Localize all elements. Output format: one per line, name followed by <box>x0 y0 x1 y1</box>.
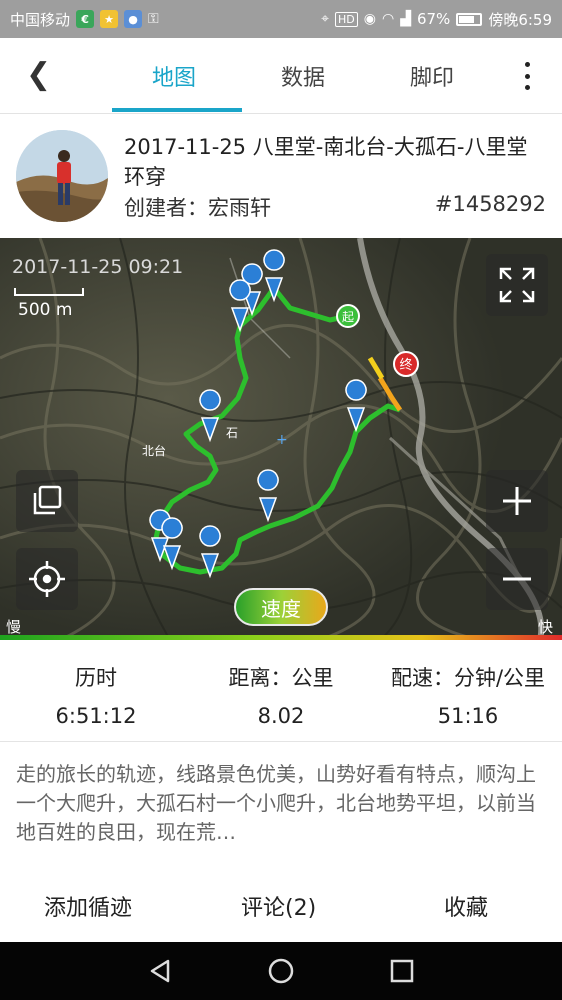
layers-icon[interactable] <box>16 470 78 532</box>
favorite-button[interactable]: 收藏 <box>444 890 488 922</box>
stat-value: 8.02 <box>257 704 305 728</box>
start-marker-label: 起 <box>342 310 354 324</box>
top-nav: ❮ 地图 数据 脚印 <box>0 38 562 114</box>
add-track-button[interactable]: 添加循迹 <box>44 890 132 922</box>
location-icon: ⌖ <box>321 11 329 27</box>
star-icon: ★ <box>100 10 119 28</box>
creator-label[interactable]: 创建者：宏雨轩 <box>124 192 271 222</box>
trail-title: 2017-11-25 八里堂-南北台-大孤石-八里堂环穿 <box>124 135 528 189</box>
fullscreen-icon[interactable] <box>486 254 548 316</box>
waypoint-pin-icon <box>345 379 367 433</box>
waypoint-pin-icon <box>199 525 221 579</box>
key-icon: ⚿ <box>148 11 159 27</box>
map-timestamp: 2017-11-25 09:21 <box>12 256 184 278</box>
place-label-shi: 石 <box>226 426 239 440</box>
waypoint-pin-icon <box>199 389 221 443</box>
wallet-icon: € <box>76 10 95 28</box>
stat-label: 距离：公里 <box>228 666 334 690</box>
carrier-label: 中国移动 <box>10 10 71 29</box>
stat-duration: 历时 6:51:12 <box>46 662 146 728</box>
avatar[interactable] <box>16 130 108 222</box>
stat-value: 51:16 <box>437 704 499 728</box>
stat-pace: 配速：分钟/公里 51:16 <box>376 662 560 728</box>
stat-distance: 距离：公里 8.02 <box>211 662 351 728</box>
bottom-actions: 添加循迹 评论(2) 收藏 <box>0 862 562 942</box>
home-nav-icon[interactable] <box>267 957 295 985</box>
zoom-out-icon[interactable] <box>486 548 548 610</box>
waypoint-pin-icon <box>229 279 251 333</box>
stat-label: 配速：分钟/公里 <box>390 666 546 690</box>
battery-percent: 67% <box>416 10 451 28</box>
speed-legend-bar <box>0 635 562 640</box>
tab-map[interactable]: 地图 <box>152 60 196 92</box>
status-bar: 中国移动 € ★ ● ⚿ ⌖ HD ◉ ◠ ▟ 67% 傍晚6:59 <box>0 0 562 38</box>
recents-nav-icon[interactable] <box>388 957 416 985</box>
signal-icon: ▟ <box>400 11 411 27</box>
end-marker-label: 终 <box>399 357 412 373</box>
waypoint-pin-icon <box>263 249 285 303</box>
center-crosshair-icon: + <box>276 432 288 448</box>
clock: 傍晚6:59 <box>488 10 552 29</box>
wifi-icon: ◠ <box>381 11 395 27</box>
battery-icon <box>456 12 483 26</box>
trail-header: 2017-11-25 八里堂-南北台-大孤石-八里堂环穿 创建者：宏雨轩 #14… <box>0 114 562 238</box>
back-icon[interactable]: ❮ <box>26 60 51 90</box>
stat-value: 6:51:12 <box>55 704 137 728</box>
stats-panel: 历时 6:51:12 距离：公里 8.02 配速：分钟/公里 51:16 <box>0 644 562 742</box>
stat-label: 历时 <box>75 666 117 690</box>
comment-button[interactable]: 评论(2) <box>241 890 316 922</box>
locate-icon[interactable] <box>16 548 78 610</box>
hd-icon: HD <box>335 11 358 27</box>
eye-icon: ◉ <box>363 11 376 27</box>
app-icon: ● <box>124 10 143 28</box>
waypoint-pin-icon <box>257 469 279 523</box>
active-tab-indicator <box>112 108 242 112</box>
back-nav-icon[interactable] <box>146 957 174 985</box>
fast-label: 快 <box>538 618 554 636</box>
trail-description[interactable]: 走的旅长的轨迹，线路景色优美，山势好看有特点，顺沟上一个大爬升，大孤石村一个小爬… <box>16 760 548 847</box>
track-map[interactable]: 起 终 北台 石 + 2017-11-25 09:21 500 m 速度 慢 快 <box>0 238 562 640</box>
more-options-icon[interactable] <box>520 62 534 90</box>
zoom-in-icon[interactable] <box>486 470 548 532</box>
tab-data[interactable]: 数据 <box>281 60 325 92</box>
speed-toggle-button[interactable]: 速度 <box>234 588 328 626</box>
trail-id: #1458292 <box>434 192 546 216</box>
tab-footprint[interactable]: 脚印 <box>410 60 454 92</box>
scale-bar <box>14 288 84 296</box>
system-nav-bar <box>0 942 562 1000</box>
place-label-beitai: 北台 <box>142 444 167 458</box>
scale-label: 500 m <box>18 300 73 320</box>
slow-label: 慢 <box>6 618 22 636</box>
